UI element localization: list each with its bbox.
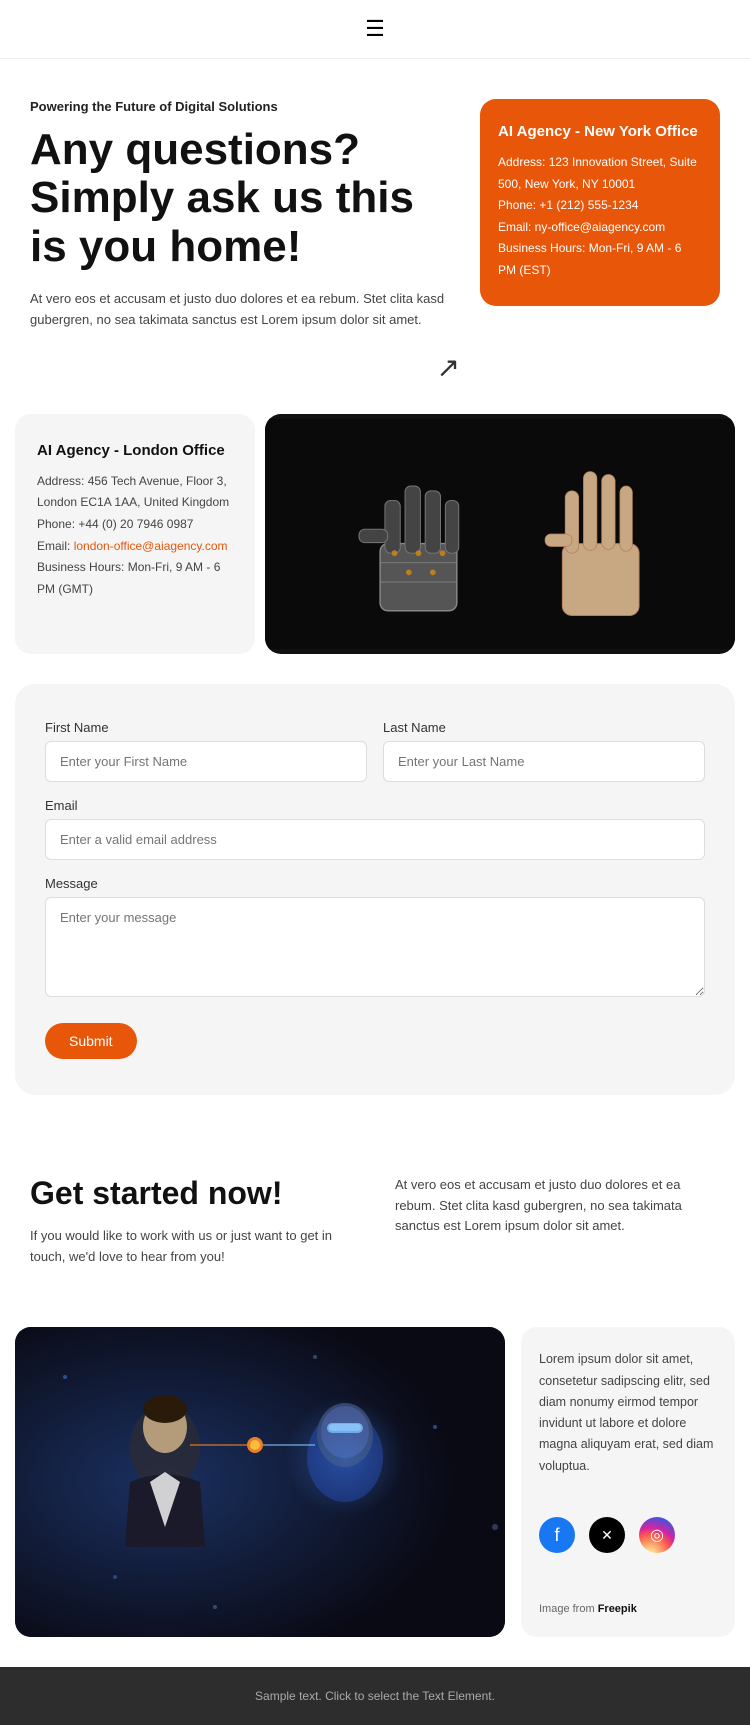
london-phone: Phone: +44 (0) 20 7946 0987	[37, 514, 233, 536]
robot-hand-svg	[265, 414, 735, 654]
email-label: Email	[45, 798, 705, 813]
twitter-icon[interactable]: ✕	[589, 1517, 625, 1553]
first-name-label: First Name	[45, 720, 367, 735]
hero-title: Any questions? Simply ask us this is you…	[30, 126, 460, 271]
hero-left: Powering the Future of Digital Solutions…	[30, 99, 460, 384]
message-textarea[interactable]	[45, 897, 705, 997]
last-name-group: Last Name	[383, 720, 705, 782]
ny-hours: Business Hours: Mon-Fri, 9 AM - 6 PM (ES…	[498, 238, 702, 281]
freepik-note: Image from Freepik	[539, 1603, 717, 1615]
bottom-section: Lorem ipsum dolor sit amet, consetetur s…	[15, 1327, 735, 1637]
message-group: Message	[45, 876, 705, 997]
instagram-icon[interactable]: ◎	[639, 1517, 675, 1553]
ny-address: Address: 123 Innovation Street, Suite 50…	[498, 152, 702, 195]
contact-form-section: First Name Last Name Email Message Submi…	[15, 684, 735, 1095]
ai-human-svg	[15, 1327, 505, 1637]
email-input[interactable]	[45, 819, 705, 860]
get-started-right: At vero eos et accusam et justo duo dolo…	[395, 1175, 720, 1237]
london-office-info: Address: 456 Tech Avenue, Floor 3, Londo…	[37, 471, 233, 601]
london-image-row: AI Agency - London Office Address: 456 T…	[0, 414, 750, 654]
submit-button[interactable]: Submit	[45, 1023, 137, 1059]
hero-arrow-icon[interactable]: ↗	[30, 351, 460, 384]
ny-phone: Phone: +1 (212) 555-1234	[498, 195, 702, 217]
london-email-link[interactable]: london-office@aiagency.com	[74, 539, 228, 553]
navigation: ☰	[0, 0, 750, 59]
get-started-body: At vero eos et accusam et justo duo dolo…	[395, 1175, 720, 1237]
ny-office-card: AI Agency - New York Office Address: 123…	[480, 99, 720, 306]
last-name-label: Last Name	[383, 720, 705, 735]
get-started-left: Get started now! If you would like to wo…	[30, 1175, 355, 1268]
bottom-right-card: Lorem ipsum dolor sit amet, consetetur s…	[521, 1327, 735, 1637]
get-started-title: Get started now!	[30, 1175, 355, 1212]
hero-body: At vero eos et accusam et justo duo dolo…	[30, 289, 460, 331]
robot-hand-image	[265, 414, 735, 654]
london-email-label: Email:	[37, 539, 74, 553]
london-office-card: AI Agency - London Office Address: 456 T…	[15, 414, 255, 654]
instagram-label: ◎	[650, 1525, 664, 1545]
london-address: Address: 456 Tech Avenue, Floor 3, Londo…	[37, 471, 233, 514]
london-office-title: AI Agency - London Office	[37, 442, 233, 459]
first-name-input[interactable]	[45, 741, 367, 782]
bottom-description: Lorem ipsum dolor sit amet, consetetur s…	[539, 1349, 717, 1477]
footer: Sample text. Click to select the Text El…	[0, 1667, 750, 1725]
hamburger-icon[interactable]: ☰	[365, 16, 385, 42]
london-email: Email: london-office@aiagency.com	[37, 536, 233, 558]
facebook-label: f	[554, 1525, 559, 1546]
footer-text: Sample text. Click to select the Text El…	[255, 1689, 495, 1703]
ny-email: Email: ny-office@aiagency.com	[498, 217, 702, 239]
first-name-group: First Name	[45, 720, 367, 782]
freepik-brand: Freepik	[598, 1603, 637, 1615]
hero-section: Powering the Future of Digital Solutions…	[0, 59, 750, 404]
ny-office-info: Address: 123 Innovation Street, Suite 50…	[498, 152, 702, 282]
last-name-input[interactable]	[383, 741, 705, 782]
email-group: Email	[45, 798, 705, 860]
ny-office-title: AI Agency - New York Office	[498, 123, 702, 140]
twitter-label: ✕	[601, 1527, 613, 1544]
facebook-icon[interactable]: f	[539, 1517, 575, 1553]
name-row: First Name Last Name	[45, 720, 705, 782]
get-started-subtitle: If you would like to work with us or jus…	[30, 1226, 355, 1268]
london-hours: Business Hours: Mon-Fri, 9 AM - 6 PM (GM…	[37, 557, 233, 600]
social-icons-group: f ✕ ◎	[539, 1517, 717, 1553]
ai-human-image	[15, 1327, 505, 1637]
hero-subtitle: Powering the Future of Digital Solutions	[30, 99, 460, 114]
freepik-prefix: Image from	[539, 1603, 598, 1615]
message-label: Message	[45, 876, 705, 891]
get-started-section: Get started now! If you would like to wo…	[0, 1125, 750, 1318]
